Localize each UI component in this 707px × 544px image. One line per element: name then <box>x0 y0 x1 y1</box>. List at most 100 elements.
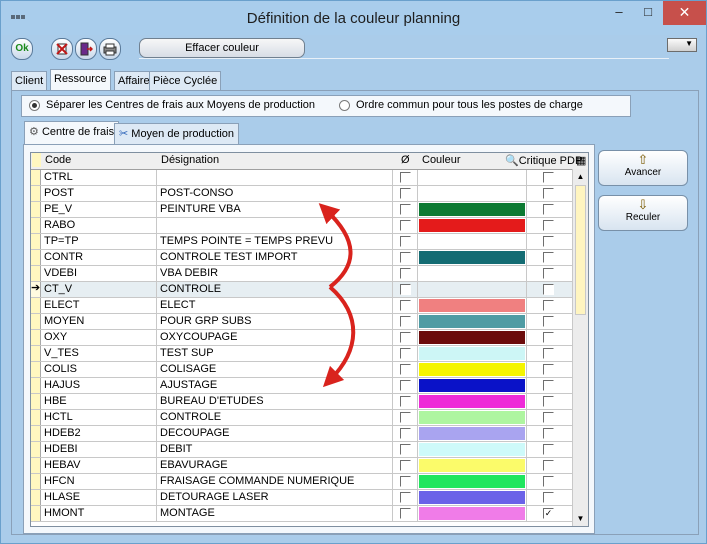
row-indicator[interactable] <box>31 362 41 377</box>
table-row[interactable]: HMONT MONTAGE ✓ <box>31 506 572 522</box>
table-row[interactable]: HDEB2 DECOUPAGE <box>31 426 572 442</box>
flag-checkbox[interactable] <box>400 492 411 503</box>
cell-code[interactable]: MOYEN <box>42 314 157 329</box>
flag-checkbox[interactable] <box>400 252 411 263</box>
row-indicator[interactable] <box>31 186 41 201</box>
table-row[interactable]: HEBAV EBAVURAGE <box>31 458 572 474</box>
table-row[interactable]: V_TES TEST SUP <box>31 346 572 362</box>
flag-checkbox[interactable] <box>400 380 411 391</box>
cell-color[interactable] <box>419 459 525 472</box>
table-row[interactable]: HLASE DETOURAGE LASER <box>31 490 572 506</box>
table-row[interactable]: ➔ CT_V CONTROLE <box>31 282 572 298</box>
cell-color[interactable] <box>419 267 525 280</box>
cell-designation[interactable]: POUR GRP SUBS <box>158 314 393 329</box>
row-indicator[interactable] <box>31 394 41 409</box>
flag-checkbox[interactable] <box>400 188 411 199</box>
row-indicator[interactable] <box>31 346 41 361</box>
critical-checkbox[interactable] <box>543 316 554 327</box>
cell-designation[interactable]: COLISAGE <box>158 362 393 377</box>
flag-checkbox[interactable] <box>400 364 411 375</box>
table-row[interactable]: HAJUS AJUSTAGE <box>31 378 572 394</box>
cell-designation[interactable]: BUREAU D'ETUDES <box>158 394 393 409</box>
flag-checkbox[interactable] <box>400 284 411 295</box>
table-row[interactable]: MOYEN POUR GRP SUBS <box>31 314 572 330</box>
flag-checkbox[interactable] <box>400 332 411 343</box>
cell-designation[interactable]: AJUSTAGE <box>158 378 393 393</box>
critical-checkbox[interactable] <box>543 444 554 455</box>
header-color[interactable]: Couleur <box>422 154 461 166</box>
cell-color[interactable] <box>419 219 525 232</box>
cell-designation[interactable]: TEMPS POINTE = TEMPS PREVU <box>158 234 393 249</box>
cell-color[interactable] <box>419 491 525 504</box>
header-critical[interactable]: 🔍Critique PDP <box>505 154 582 167</box>
header-code[interactable]: Code <box>45 154 71 166</box>
cell-color[interactable] <box>419 411 525 424</box>
flag-checkbox[interactable] <box>400 444 411 455</box>
cell-code[interactable]: VDEBI <box>42 266 157 281</box>
radio-separate[interactable] <box>29 100 40 111</box>
cell-code[interactable]: HCTL <box>42 410 157 425</box>
cell-code[interactable]: HDEB2 <box>42 426 157 441</box>
row-indicator[interactable] <box>31 378 41 393</box>
flag-checkbox[interactable] <box>400 460 411 471</box>
radio-common-order[interactable] <box>339 100 350 111</box>
minimize-button[interactable]: – <box>605 1 633 25</box>
flag-checkbox[interactable] <box>400 428 411 439</box>
critical-checkbox[interactable] <box>543 236 554 247</box>
row-indicator[interactable] <box>31 266 41 281</box>
row-indicator[interactable] <box>31 442 41 457</box>
cell-color[interactable] <box>419 283 525 296</box>
critical-checkbox[interactable] <box>543 204 554 215</box>
cell-code[interactable]: HDEBI <box>42 442 157 457</box>
row-indicator[interactable] <box>31 234 41 249</box>
flag-checkbox[interactable] <box>400 476 411 487</box>
exit-button[interactable] <box>75 38 97 60</box>
cell-color[interactable] <box>419 171 525 184</box>
cell-designation[interactable]: CONTROLE <box>158 410 393 425</box>
cell-designation[interactable]: POST-CONSO <box>158 186 393 201</box>
cell-color[interactable] <box>419 315 525 328</box>
cell-code[interactable]: OXY <box>42 330 157 345</box>
header-flag[interactable]: Ø <box>401 154 410 166</box>
cell-color[interactable] <box>419 363 525 376</box>
cell-color[interactable] <box>419 331 525 344</box>
cell-code[interactable]: COLIS <box>42 362 157 377</box>
flag-checkbox[interactable] <box>400 300 411 311</box>
critical-checkbox[interactable] <box>543 492 554 503</box>
critical-checkbox[interactable] <box>543 252 554 263</box>
row-indicator[interactable] <box>31 298 41 313</box>
tab-ressource[interactable]: Ressource <box>50 69 111 91</box>
cell-color[interactable] <box>419 251 525 264</box>
cell-designation[interactable]: TEST SUP <box>158 346 393 361</box>
flag-checkbox[interactable] <box>400 348 411 359</box>
cell-code[interactable]: TP=TP <box>42 234 157 249</box>
tab-affaire[interactable]: Affaire <box>114 71 154 90</box>
table-row[interactable]: COLIS COLISAGE <box>31 362 572 378</box>
table-row[interactable]: TP=TP TEMPS POINTE = TEMPS PREVU <box>31 234 572 250</box>
cell-color[interactable] <box>419 347 525 360</box>
row-indicator[interactable] <box>31 506 41 521</box>
cell-designation[interactable]: CONTROLE TEST IMPORT <box>158 250 393 265</box>
row-indicator[interactable] <box>31 474 41 489</box>
flag-checkbox[interactable] <box>400 508 411 519</box>
critical-checkbox[interactable] <box>543 396 554 407</box>
cell-color[interactable] <box>419 507 525 520</box>
cell-code[interactable]: RABO <box>42 218 157 233</box>
table-row[interactable]: VDEBI VBA DEBIR <box>31 266 572 282</box>
cell-color[interactable] <box>419 235 525 248</box>
back-button[interactable]: ⇩ Reculer <box>598 195 688 231</box>
critical-checkbox[interactable] <box>543 284 554 295</box>
flag-checkbox[interactable] <box>400 236 411 247</box>
flag-checkbox[interactable] <box>400 316 411 327</box>
row-indicator[interactable] <box>31 218 41 233</box>
maximize-button[interactable]: □ <box>634 1 662 25</box>
cell-color[interactable] <box>419 379 525 392</box>
critical-checkbox[interactable] <box>543 460 554 471</box>
flag-checkbox[interactable] <box>400 412 411 423</box>
flag-checkbox[interactable] <box>400 204 411 215</box>
print-button[interactable] <box>99 38 121 60</box>
critical-checkbox[interactable]: ✓ <box>543 508 554 519</box>
cell-designation[interactable]: DECOUPAGE <box>158 426 393 441</box>
row-indicator[interactable] <box>31 250 41 265</box>
cell-color[interactable] <box>419 427 525 440</box>
